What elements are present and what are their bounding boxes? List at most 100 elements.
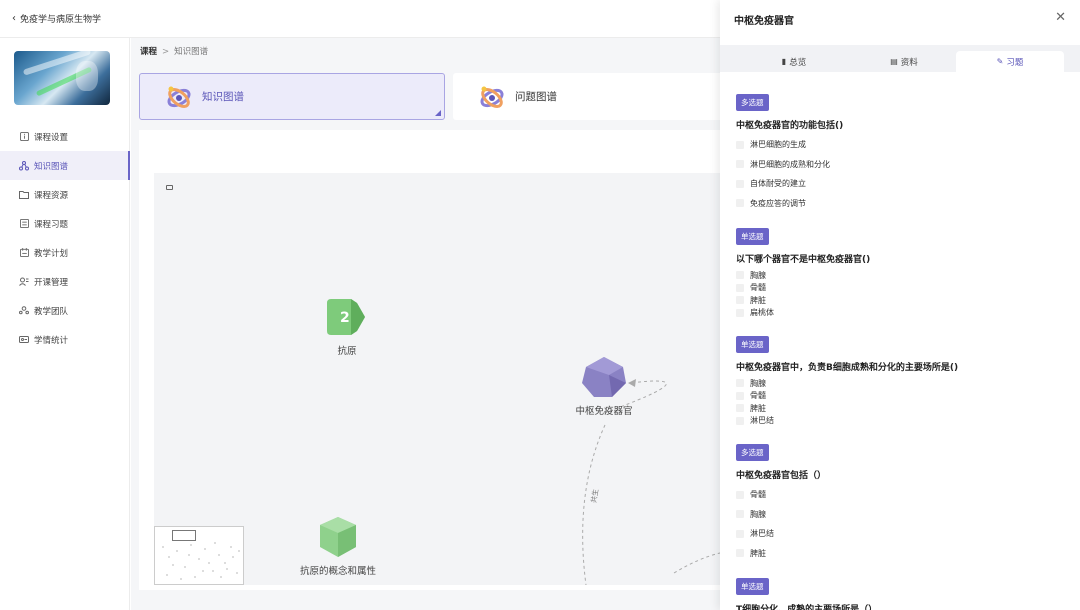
- question-option[interactable]: 扁桃体: [736, 307, 1066, 320]
- question-item: 多选题 中枢免疫器官包括（） 骨髓 胸腺 淋巴结 脾脏: [736, 440, 1066, 574]
- polyhedron-node-icon: [582, 357, 626, 397]
- checkbox[interactable]: [736, 199, 744, 208]
- sidebar-item-label: 知识图谱: [34, 161, 69, 172]
- question-option[interactable]: 自体耐受的建立: [736, 174, 1066, 194]
- option-label: 骨髓: [750, 490, 766, 500]
- radio[interactable]: [736, 404, 744, 413]
- option-label: 胸腺: [750, 509, 766, 519]
- minimap-dots: [162, 542, 240, 580]
- question-type-badge: 多选题: [736, 444, 769, 461]
- problem-graph-card[interactable]: 问题图谱: [453, 73, 733, 120]
- checkbox[interactable]: [736, 510, 744, 519]
- question-title: 以下哪个器官不是中枢免疫器官(): [736, 255, 871, 265]
- graph-node-antigen-concept[interactable]: 抗原的概念和属性: [290, 515, 386, 577]
- tag-node-icon: 2: [327, 299, 365, 335]
- question-option[interactable]: 骨髓: [736, 282, 1066, 295]
- question-option[interactable]: 脾脏: [736, 294, 1066, 307]
- question-option[interactable]: 脾脏: [736, 402, 1066, 415]
- question-type-badge: 单选题: [736, 228, 769, 245]
- checkbox[interactable]: [736, 160, 744, 169]
- question-type-badge: 多选题: [736, 94, 769, 111]
- sidebar-item-label: 课程设置: [34, 132, 69, 143]
- sidebar-item-label: 课程资源: [34, 190, 69, 201]
- question-item: 单选题 中枢免疫器官中，负责B细胞成熟和分化的主要场所是() 胸腺 骨髓 脾脏 …: [736, 332, 1066, 440]
- selected-corner-icon: [435, 110, 441, 116]
- radio[interactable]: [736, 416, 744, 425]
- sidebar-item-knowledge-graph[interactable]: 知识图谱: [0, 151, 130, 180]
- question-option[interactable]: 淋巴结: [736, 415, 1066, 428]
- knowledge-graph-canvas[interactable]: 共生 2 抗原 中枢免疫器官 抗原的概念和属性: [154, 173, 720, 585]
- question-option[interactable]: 胸腺: [736, 505, 1066, 525]
- question-title: T细胞分化、成熟的主要场所是（）: [736, 605, 878, 610]
- graph-node-label: 抗原: [337, 346, 357, 357]
- checkbox[interactable]: [736, 490, 744, 499]
- breadcrumb-current: 知识图谱: [174, 47, 209, 57]
- main-content: 课程 > 知识图谱 知识图谱 问题图谱 共生 2 抗原 中枢免疫器官 抗原的概念…: [131, 38, 733, 610]
- checkbox[interactable]: [736, 549, 744, 558]
- question-type-badge: 单选题: [736, 336, 769, 353]
- question-option[interactable]: 胸腺: [736, 269, 1066, 282]
- graph-icon: [19, 160, 29, 171]
- graph-node-antigen[interactable]: 2 抗原: [322, 297, 372, 357]
- tab-exercises[interactable]: ✎ 习题: [956, 51, 1064, 72]
- question-option[interactable]: 脾脏: [736, 544, 1066, 564]
- radio[interactable]: [736, 391, 744, 400]
- breadcrumb-root[interactable]: 课程: [140, 47, 157, 57]
- sidebar-item-label: 教学计划: [34, 248, 69, 259]
- knowledge-graph-logo-icon: [167, 86, 191, 108]
- problem-graph-logo-icon: [480, 86, 504, 108]
- knowledge-graph-card-label: 知识图谱: [202, 91, 244, 103]
- option-label: 胸腺: [750, 378, 766, 388]
- stats-icon: [19, 335, 29, 345]
- close-icon[interactable]: ✕: [1055, 10, 1066, 25]
- question-list: 多选题 中枢免疫器官的功能包括() 淋巴细胞的生成 淋巴细胞的成熟和分化 自体耐…: [736, 90, 1066, 610]
- sidebar-item-teaching-team[interactable]: 教学团队: [0, 296, 130, 325]
- knowledge-graph-card[interactable]: 知识图谱: [139, 73, 445, 120]
- radio[interactable]: [736, 379, 744, 388]
- tab-materials[interactable]: ▤ 资料: [850, 51, 958, 72]
- sidebar-item-course-exercises[interactable]: 课程习题: [0, 209, 130, 238]
- option-label: 淋巴细胞的成熟和分化: [750, 159, 830, 169]
- list-icon: [19, 219, 29, 229]
- svg-text:2: 2: [340, 310, 350, 326]
- tab-overview[interactable]: ▮ 总览: [740, 51, 848, 72]
- sidebar-item-learning-stats[interactable]: 学情统计: [0, 325, 130, 354]
- question-option[interactable]: 骨髓: [736, 485, 1066, 505]
- checkbox[interactable]: [736, 179, 744, 188]
- question-option[interactable]: 淋巴细胞的成熟和分化: [736, 155, 1066, 175]
- graph-minimap[interactable]: [154, 526, 244, 585]
- radio[interactable]: [736, 283, 744, 292]
- radio[interactable]: [736, 271, 744, 280]
- problem-graph-card-label: 问题图谱: [515, 91, 557, 103]
- question-item: 单选题 以下哪个器官不是中枢免疫器官() 胸腺 骨髓 脾脏 扁桃体: [736, 224, 1066, 332]
- checkbox[interactable]: [736, 140, 744, 149]
- folder-icon: [19, 190, 29, 200]
- question-item: 多选题 中枢免疫器官的功能包括() 淋巴细胞的生成 淋巴细胞的成熟和分化 自体耐…: [736, 90, 1066, 224]
- graph-node-central-immune-organ[interactable]: 中枢免疫器官: [564, 355, 644, 417]
- option-label: 淋巴细胞的生成: [750, 140, 806, 150]
- checkbox[interactable]: [736, 529, 744, 538]
- course-cover-image: [14, 51, 110, 105]
- course-title: 免疫学与病原生物学: [20, 15, 102, 25]
- question-option[interactable]: 免疫应答的调节: [736, 194, 1066, 214]
- option-label: 脾脏: [750, 295, 766, 305]
- drawer-title: 中枢免疫器官: [734, 16, 794, 27]
- back-link[interactable]: ‹ 免疫学与病原生物学: [12, 12, 101, 25]
- question-option[interactable]: 胸腺: [736, 377, 1066, 390]
- question-option[interactable]: 淋巴细胞的生成: [736, 135, 1066, 155]
- option-label: 脾脏: [750, 403, 766, 413]
- sidebar-item-label: 学情统计: [34, 335, 69, 346]
- question-option[interactable]: 淋巴结: [736, 524, 1066, 544]
- tab-label: 总览: [789, 57, 807, 68]
- sidebar-item-course-settings[interactable]: 课程设置: [0, 122, 130, 151]
- sidebar-item-class-management[interactable]: 开课管理: [0, 267, 130, 296]
- radio[interactable]: [736, 308, 744, 317]
- sidebar-item-teaching-plan[interactable]: 教学计划: [0, 238, 130, 267]
- question-option[interactable]: 骨髓: [736, 390, 1066, 403]
- option-label: 自体耐受的建立: [750, 179, 806, 189]
- radio[interactable]: [736, 296, 744, 305]
- overview-icon: ▮: [781, 57, 787, 66]
- sidebar-item-course-resources[interactable]: 课程资源: [0, 180, 130, 209]
- node-detail-drawer: 中枢免疫器官 ✕ ▮ 总览 ▤ 资料 ✎ 习题 多选题 中枢免疫器官的功能包括(…: [720, 0, 1080, 610]
- sidebar-nav: 课程设置 知识图谱 课程资源 课程习题 教学计划 开课管理 教学团队 学情统计: [0, 122, 130, 354]
